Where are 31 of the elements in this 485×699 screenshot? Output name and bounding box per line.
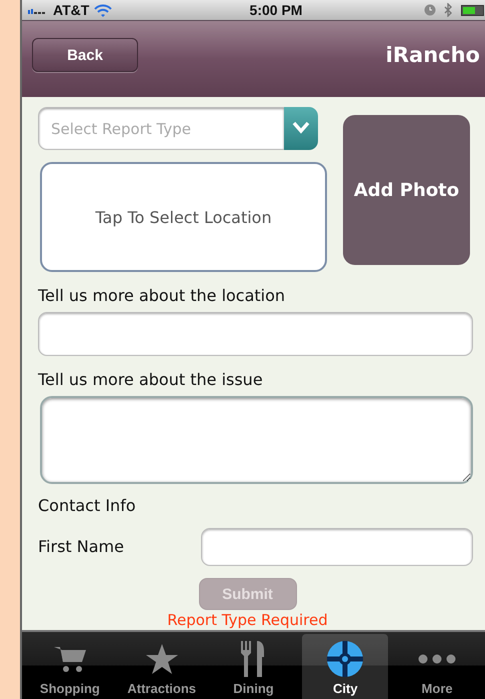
fork-and-knife-icon bbox=[240, 640, 266, 678]
chevron-down-icon[interactable] bbox=[284, 107, 318, 150]
back-button[interactable]: Back bbox=[32, 38, 138, 72]
error-message: Report Type Required bbox=[167, 610, 328, 630]
alarm-clock-icon bbox=[424, 4, 436, 16]
star-icon bbox=[144, 643, 179, 675]
crosshair-target-icon bbox=[326, 640, 364, 678]
tab-bar-item[interactable]: Shopping bbox=[27, 634, 113, 699]
tab-bar-item[interactable]: Dining bbox=[210, 634, 296, 699]
location-details-field[interactable] bbox=[38, 312, 473, 356]
carrier-name: AT&T bbox=[53, 2, 90, 18]
tab-bar-item[interactable]: Attractions bbox=[118, 634, 205, 699]
wifi-icon bbox=[94, 4, 112, 16]
select-location-button[interactable]: Tap To Select Location bbox=[40, 162, 327, 272]
field-label: Tell us more about the issue bbox=[38, 370, 264, 390]
field-label: Tell us more about the location bbox=[38, 286, 286, 306]
battery-icon bbox=[461, 4, 485, 16]
more-dots-icon bbox=[418, 654, 456, 664]
first-name-field[interactable] bbox=[201, 528, 473, 566]
field-label: First Name bbox=[38, 537, 124, 557]
signal-icon bbox=[28, 6, 48, 14]
tab-bar-item[interactable]: More bbox=[394, 634, 480, 699]
add-photo-button[interactable]: Add Photo bbox=[343, 115, 470, 265]
report-type-dropdown[interactable]: Select Report Type bbox=[38, 107, 284, 150]
shopping-cart-icon bbox=[52, 644, 87, 674]
clock-time: 5:00 PM bbox=[248, 2, 304, 18]
navigation-title: iRancho bbox=[386, 43, 480, 67]
issue-details-field[interactable] bbox=[40, 396, 473, 484]
tab-bar-item[interactable]: City bbox=[302, 634, 388, 699]
section-heading: Contact Info bbox=[38, 496, 137, 516]
bluetooth-icon bbox=[444, 3, 453, 17]
